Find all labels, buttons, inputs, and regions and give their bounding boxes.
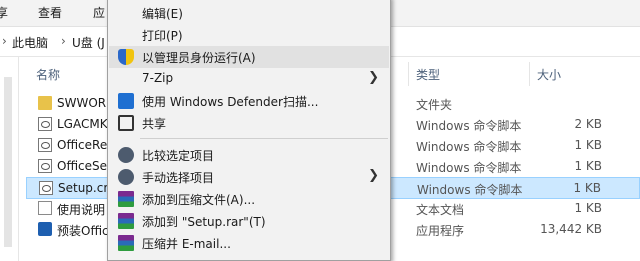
menu-item-label: 手动选择项目 [142,171,215,185]
nav-scrollbar[interactable] [4,77,12,247]
context-menu: 编辑(E) 打印(P) 以管理员身份运行(A) 7-Zip ❯ 使用 Windows De… [107,0,391,261]
column-divider[interactable] [529,62,530,86]
file-size: 13,442 KB [540,222,602,236]
menu-item-label: 比较选定项目 [142,149,215,163]
admin-shield-icon [118,49,134,65]
share-icon [118,115,134,131]
menu-item-label: 打印(P) [142,29,183,43]
menu-item[interactable]: 打印(P) [109,24,389,46]
menu-item[interactable]: 使用 Windows Defender扫描... [109,90,389,112]
script-icon [38,117,52,131]
file-size: 1 KB [574,138,602,152]
file-type: 应用程序 [416,224,465,238]
winrar-icon [118,235,134,251]
breadcrumb-separator-icon: › [61,34,66,48]
submenu-arrow-icon: ❯ [368,70,379,85]
menu-separator [140,138,388,139]
menu-item[interactable]: 以管理员身份运行(A) [109,46,389,68]
file-type: Windows 命令脚本 [417,183,523,197]
menu-item[interactable]: 比较选定项目 [109,144,389,166]
defender-icon [118,93,134,109]
file-type: Windows 命令脚本 [416,119,522,133]
menu-item[interactable]: 添加到 "Setup.rar"(T) [109,210,389,232]
folder-icon [38,96,52,110]
file-name: SWWOR [57,96,107,110]
file-size: 1 KB [574,201,602,215]
menu-item-label: 编辑(E) [142,7,183,21]
file-name: OfficeRe [57,138,108,152]
file-type: Windows 命令脚本 [416,161,522,175]
script-icon [39,181,53,195]
ribbon-tab-view[interactable]: 查看 [38,4,62,21]
column-header-name[interactable]: 名称 [36,66,60,83]
breadcrumb-this-pc[interactable]: 此电脑 [12,34,48,51]
column-divider[interactable] [408,62,409,86]
navigation-pane[interactable] [0,57,19,261]
winrar-icon [118,191,134,207]
ribbon-tab-app[interactable]: 应 [93,4,105,21]
document-icon [38,201,52,215]
script-icon [38,138,52,152]
file-type: Windows 命令脚本 [416,140,522,154]
file-size: 2 KB [574,117,602,131]
app-icon [38,222,52,236]
menu-item-label: 添加到 "Setup.rar"(T) [142,215,266,229]
file-size: 1 KB [574,159,602,173]
file-type: 文件夹 [416,98,453,112]
menu-item[interactable]: 共享 [109,112,389,134]
menu-item-label: 以管理员身份运行(A) [142,51,256,65]
column-header-type[interactable]: 类型 [416,66,440,83]
menu-item-label: 共享 [142,117,167,131]
menu-item[interactable]: 7-Zip ❯ [109,68,389,90]
menu-item[interactable]: 手动选择项目 ❯ [109,166,389,188]
menu-item-label: 使用 Windows Defender扫描... [142,95,319,109]
file-name: LGACMK [57,117,108,131]
column-header-size[interactable]: 大小 [537,66,561,83]
file-name: 预装Offic [57,224,109,238]
compare-icon [118,169,134,185]
file-name: OfficeSe [57,159,108,173]
ribbon-tab-share[interactable]: 享 [0,4,8,21]
menu-item[interactable]: 添加到压缩文件(A)... [109,188,389,210]
file-type: 文本文档 [416,203,465,217]
file-size: 1 KB [573,181,601,195]
menu-item[interactable]: 压缩并 E-mail... [109,232,389,254]
menu-item-label: 添加到压缩文件(A)... [142,193,256,207]
submenu-arrow-icon: ❯ [368,168,379,183]
menu-item-label: 7-Zip [142,71,174,85]
menu-item[interactable]: 编辑(E) [109,2,389,24]
breadcrumb-separator-icon: › [2,34,7,48]
compare-icon [118,147,134,163]
script-icon [38,159,52,173]
file-name: 使用说明 [57,203,106,217]
winrar-icon [118,213,134,229]
menu-item-label: 压缩并 E-mail... [142,237,231,251]
breadcrumb-usb-drive[interactable]: U盘 (J [72,34,105,51]
